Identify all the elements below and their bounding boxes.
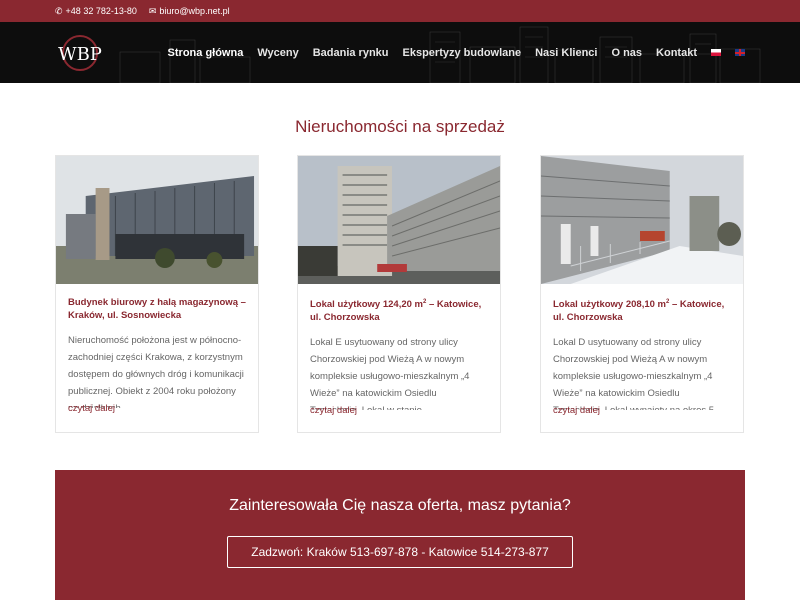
nav-item-market-research[interactable]: Badania rynku <box>313 47 389 59</box>
property-title[interactable]: Lokal użytkowy 124,20 m2 – Katowice, ul.… <box>310 296 488 324</box>
property-card: Budynek biurowy z halą magazynową – Krak… <box>55 155 259 433</box>
nav-item-about[interactable]: O nas <box>611 47 642 59</box>
nav-item-home[interactable]: Strona główna <box>168 47 244 59</box>
read-more-link[interactable]: czytaj dalej <box>553 405 731 416</box>
phone-number: +48 32 782-13-80 <box>65 6 137 16</box>
nav-item-contact[interactable]: Kontakt <box>656 47 697 59</box>
phone-contact[interactable]: ✆ +48 32 782-13-80 <box>55 6 137 16</box>
logo-text: WBP <box>58 44 102 65</box>
call-button[interactable]: Zadzwoń: Kraków 513-697-878 - Katowice 5… <box>227 536 573 568</box>
main-nav: Strona główna Wyceny Badania rynku Ekspe… <box>168 22 745 83</box>
nav-item-valuations[interactable]: Wyceny <box>257 47 298 59</box>
nav-item-clients[interactable]: Nasi Klienci <box>535 47 597 59</box>
property-list: Budynek biurowy z halą magazynową – Krak… <box>55 155 745 433</box>
read-more-link[interactable]: czytaj dalej <box>310 405 488 416</box>
email-contact[interactable]: ✉ biuro@wbp.net.pl <box>149 6 230 16</box>
polish-flag-icon[interactable] <box>711 49 721 56</box>
property-title-text: Lokal użytkowy 124,20 m <box>310 299 423 311</box>
property-description: Nieruchomość położona jest w północno-za… <box>68 335 244 408</box>
site-header: WBP Strona główna Wyceny Badania rynku E… <box>0 22 800 83</box>
property-description: Lokal D usytuowany od strony ulicy Chorz… <box>553 337 714 410</box>
cta-title: Zainteresowała Cię nasza oferta, masz py… <box>229 497 571 514</box>
envelope-icon: ✉ <box>148 5 157 16</box>
phone-icon: ✆ <box>55 5 63 16</box>
page-title: Nieruchomości na sprzedaż <box>295 117 505 136</box>
property-title[interactable]: Lokal użytkowy 208,10 m2 – Katowice, ul.… <box>553 296 731 324</box>
property-card: Lokal użytkowy 208,10 m2 – Katowice, ul.… <box>540 155 744 433</box>
property-title[interactable]: Budynek biurowy z halą magazynową – Krak… <box>68 296 246 322</box>
property-image[interactable] <box>541 156 743 284</box>
nav-item-building-expertise[interactable]: Ekspertyzy budowlane <box>403 47 522 59</box>
property-card: Lokal użytkowy 124,20 m2 – Katowice, ul.… <box>297 155 501 433</box>
email-address: biuro@wbp.net.pl <box>159 6 230 16</box>
contact-cta: Zainteresowała Cię nasza oferta, masz py… <box>55 470 745 600</box>
property-image[interactable] <box>298 156 500 284</box>
read-more-link[interactable]: czytaj dalej <box>68 403 246 414</box>
property-description: Lokal E usytuowany od strony ulicy Chorz… <box>310 337 470 410</box>
english-flag-icon[interactable] <box>735 49 745 56</box>
top-bar: ✆ +48 32 782-13-80 ✉ biuro@wbp.net.pl <box>0 0 800 22</box>
property-image[interactable] <box>56 156 258 284</box>
wbp-logo[interactable]: WBP <box>57 34 103 72</box>
property-title-text: Lokal użytkowy 208,10 m <box>553 299 666 311</box>
